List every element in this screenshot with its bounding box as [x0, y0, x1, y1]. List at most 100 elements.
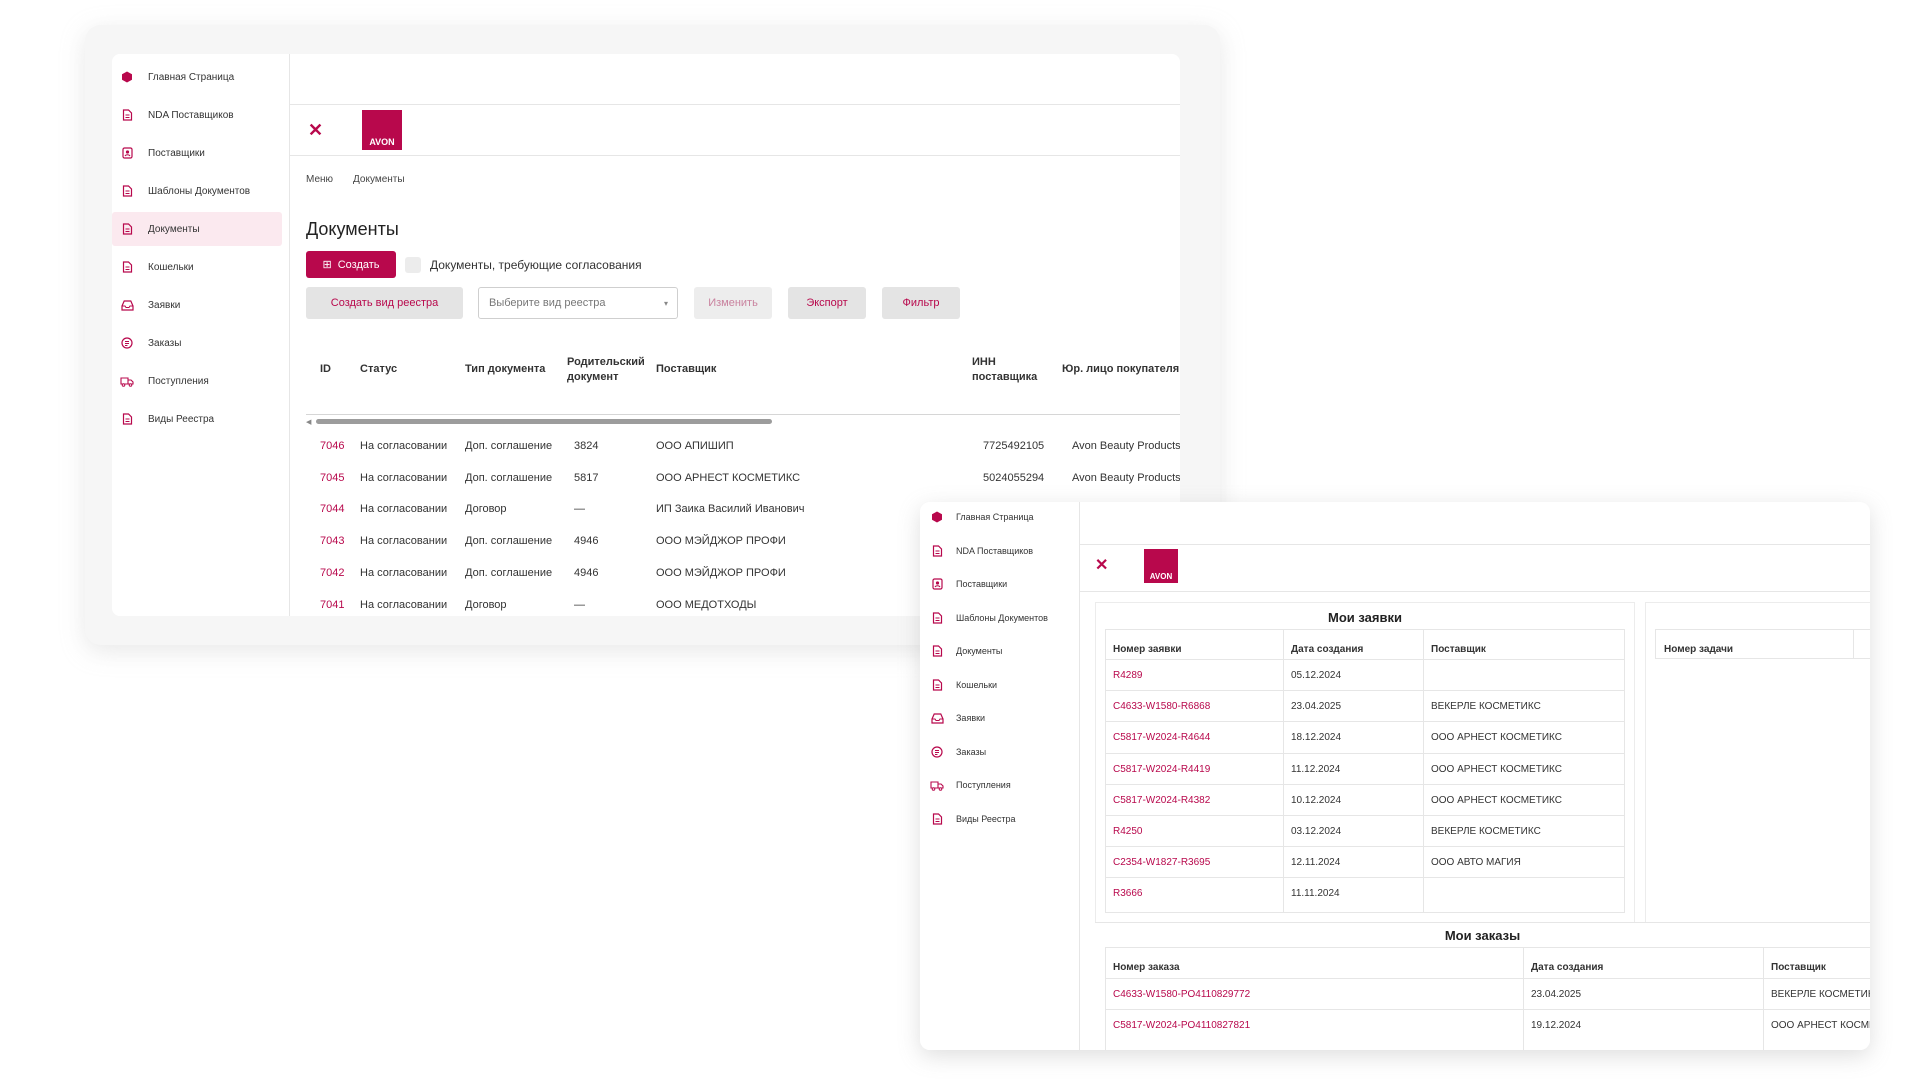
sidebar-item-8[interactable]: Заказы — [112, 326, 282, 360]
sidebar-item-9[interactable]: Поступления — [920, 774, 1075, 796]
plus-square-icon: ⊞ — [322, 259, 332, 271]
cell-request-number[interactable]: C5817-W2024-R4419 — [1113, 764, 1210, 775]
cell-id[interactable]: 7043 — [320, 535, 344, 547]
cell-status: На согласовании — [360, 535, 448, 548]
col-id[interactable]: ID — [320, 362, 331, 377]
cell-request-supplier: ООО АРНЕСТ КОСМЕТИКС — [1431, 763, 1562, 775]
table-row[interactable] — [1105, 877, 1625, 908]
edit-button[interactable]: Изменить — [694, 287, 772, 319]
cell-request-number[interactable]: C5817-W2024-R4382 — [1113, 795, 1210, 806]
cell-request-date: 11.12.2024 — [1291, 763, 1341, 775]
sidebar-item-label: Виды Реестра — [148, 413, 215, 425]
col-request-date[interactable]: Дата создания — [1291, 642, 1363, 657]
sidebar-item-10[interactable]: Виды Реестра — [920, 808, 1075, 830]
sidebar-item-7[interactable]: Заявки — [112, 288, 282, 322]
cell-inn: 7725492105 — [983, 440, 1045, 452]
approval-checkbox-label[interactable]: Документы, требующие согласования — [430, 258, 642, 272]
cell-id[interactable]: 7044 — [320, 503, 344, 515]
cell-buyer: Avon Beauty Products Co — [1072, 440, 1180, 452]
cell-request-number[interactable]: C4633-W1580-R6868 — [1113, 701, 1210, 712]
close-icon[interactable]: ✕ — [1095, 555, 1108, 575]
registry-select[interactable]: Выберите вид реестра ▾ — [478, 287, 678, 319]
sidebar-item-label: Заявки — [956, 713, 986, 723]
sidebar-item-7[interactable]: Заявки — [920, 707, 1075, 729]
col-order-supplier[interactable]: Поставщик — [1771, 960, 1826, 975]
col-request-number[interactable]: Номер заявки — [1113, 642, 1182, 657]
sidebar-item-10[interactable]: Виды Реестра — [112, 402, 282, 436]
col-order-number[interactable]: Номер заказа — [1113, 960, 1180, 975]
avon-logo: AVON — [362, 110, 402, 150]
cell-parent: 4946 — [574, 566, 599, 579]
breadcrumb-menu[interactable]: Меню — [306, 174, 333, 185]
cell-request-number[interactable]: R3666 — [1113, 888, 1142, 899]
cell-parent: 3824 — [574, 440, 599, 452]
cell-doc-type: Договор — [465, 598, 507, 611]
sidebar-item-1[interactable]: Главная Страница — [112, 60, 282, 94]
col-supplier[interactable]: Поставщик — [656, 362, 716, 377]
table-row[interactable] — [1105, 659, 1625, 690]
cell-supplier: ООО АПИШИП — [656, 440, 734, 452]
sidebar-item-9[interactable]: Поступления — [112, 364, 282, 398]
sidebar-item-3[interactable]: Поставщики — [920, 573, 1075, 595]
col-parent[interactable]: Родительский документ — [567, 355, 647, 385]
sidebar-item-5[interactable]: Документы — [112, 212, 282, 246]
sidebar-item-6[interactable]: Кошельки — [112, 250, 282, 284]
horizontal-scrollbar[interactable] — [316, 419, 772, 424]
document-icon — [120, 413, 134, 425]
breadcrumb: Меню Документы — [306, 174, 405, 185]
sidebar-item-label: Кошельки — [956, 679, 998, 690]
sidebar-item-label: Заявки — [148, 299, 181, 311]
approval-checkbox[interactable] — [405, 257, 421, 273]
cell-order-number[interactable]: C5817-W2024-PO4110827821 — [1113, 1020, 1250, 1031]
sidebar-item-2[interactable]: NDA Поставщиков — [112, 98, 282, 132]
breadcrumb-documents[interactable]: Документы — [353, 174, 405, 185]
export-button[interactable]: Экспорт — [788, 287, 866, 319]
sidebar-item-label: Документы — [148, 223, 200, 235]
inbox-icon — [930, 712, 944, 724]
cell-request-date: 23.04.2025 — [1291, 701, 1342, 713]
sidebar-item-label: Шаблоны Документов — [956, 612, 1048, 623]
cell-id[interactable]: 7046 — [320, 440, 344, 452]
sidebar-item-1[interactable]: Главная Страница — [920, 506, 1075, 528]
sidebar-item-5[interactable]: Документы — [920, 640, 1075, 662]
cell-status: На согласовании — [360, 566, 448, 579]
cell-request-number[interactable]: R4289 — [1113, 670, 1142, 681]
cell-request-number[interactable]: C2354-W1827-R3695 — [1113, 857, 1210, 868]
col-task-number[interactable]: Номер задачи — [1664, 642, 1733, 657]
table-row[interactable] — [1105, 815, 1625, 846]
cell-request-supplier: ВЕКЕРЛЕ КОСМЕТИКС — [1431, 701, 1541, 713]
close-icon[interactable]: ✕ — [308, 120, 323, 141]
col-status[interactable]: Статус — [360, 362, 397, 377]
col-request-supplier[interactable]: Поставщик — [1431, 642, 1486, 657]
col-inn[interactable]: ИНН поставщика — [972, 355, 1042, 385]
table-header-divider — [306, 414, 1180, 415]
filter-button[interactable]: Фильтр — [882, 287, 960, 319]
sidebar-item-4[interactable]: Шаблоны Документов — [112, 174, 282, 208]
sidebar-item-label: Главная Страница — [956, 512, 1034, 522]
sidebar-item-6[interactable]: Кошельки — [920, 674, 1075, 696]
top-divider — [290, 104, 1180, 105]
scroll-left-icon[interactable]: ◀ — [306, 418, 311, 426]
col-buyer[interactable]: Юр. лицо покупателя — [1062, 362, 1179, 377]
sidebar-item-3[interactable]: Поставщики — [112, 136, 282, 170]
col-order-date[interactable]: Дата создания — [1531, 960, 1603, 975]
sidebar-item-label: Заказы — [956, 746, 987, 757]
cell-id[interactable]: 7045 — [320, 472, 344, 484]
cell-request-number[interactable]: C5817-W2024-R4644 — [1113, 732, 1210, 743]
cell-order-date: 19.12.2024 — [1531, 1020, 1582, 1031]
cell-request-number[interactable]: R4250 — [1113, 826, 1142, 837]
create-button[interactable]: ⊞ Создать — [306, 251, 396, 278]
document-icon — [930, 678, 944, 691]
cell-parent: 4946 — [574, 535, 599, 548]
cell-parent: 5817 — [574, 471, 599, 484]
cell-id[interactable]: 7042 — [320, 567, 344, 579]
cell-order-number[interactable]: C4633-W1580-PO4110829772 — [1113, 989, 1250, 1000]
create-registry-button[interactable]: Создать вид реестра — [306, 287, 463, 319]
list-icon — [120, 337, 134, 349]
col-doc-type[interactable]: Тип документа — [465, 362, 545, 377]
cell-id[interactable]: 7041 — [320, 599, 344, 611]
sidebar-item-8[interactable]: Заказы — [920, 741, 1075, 763]
sidebar-item-4[interactable]: Шаблоны Документов — [920, 607, 1075, 629]
sidebar-item-2[interactable]: NDA Поставщиков — [920, 540, 1075, 562]
sidebar-item-label: Главная Страница — [148, 71, 235, 83]
